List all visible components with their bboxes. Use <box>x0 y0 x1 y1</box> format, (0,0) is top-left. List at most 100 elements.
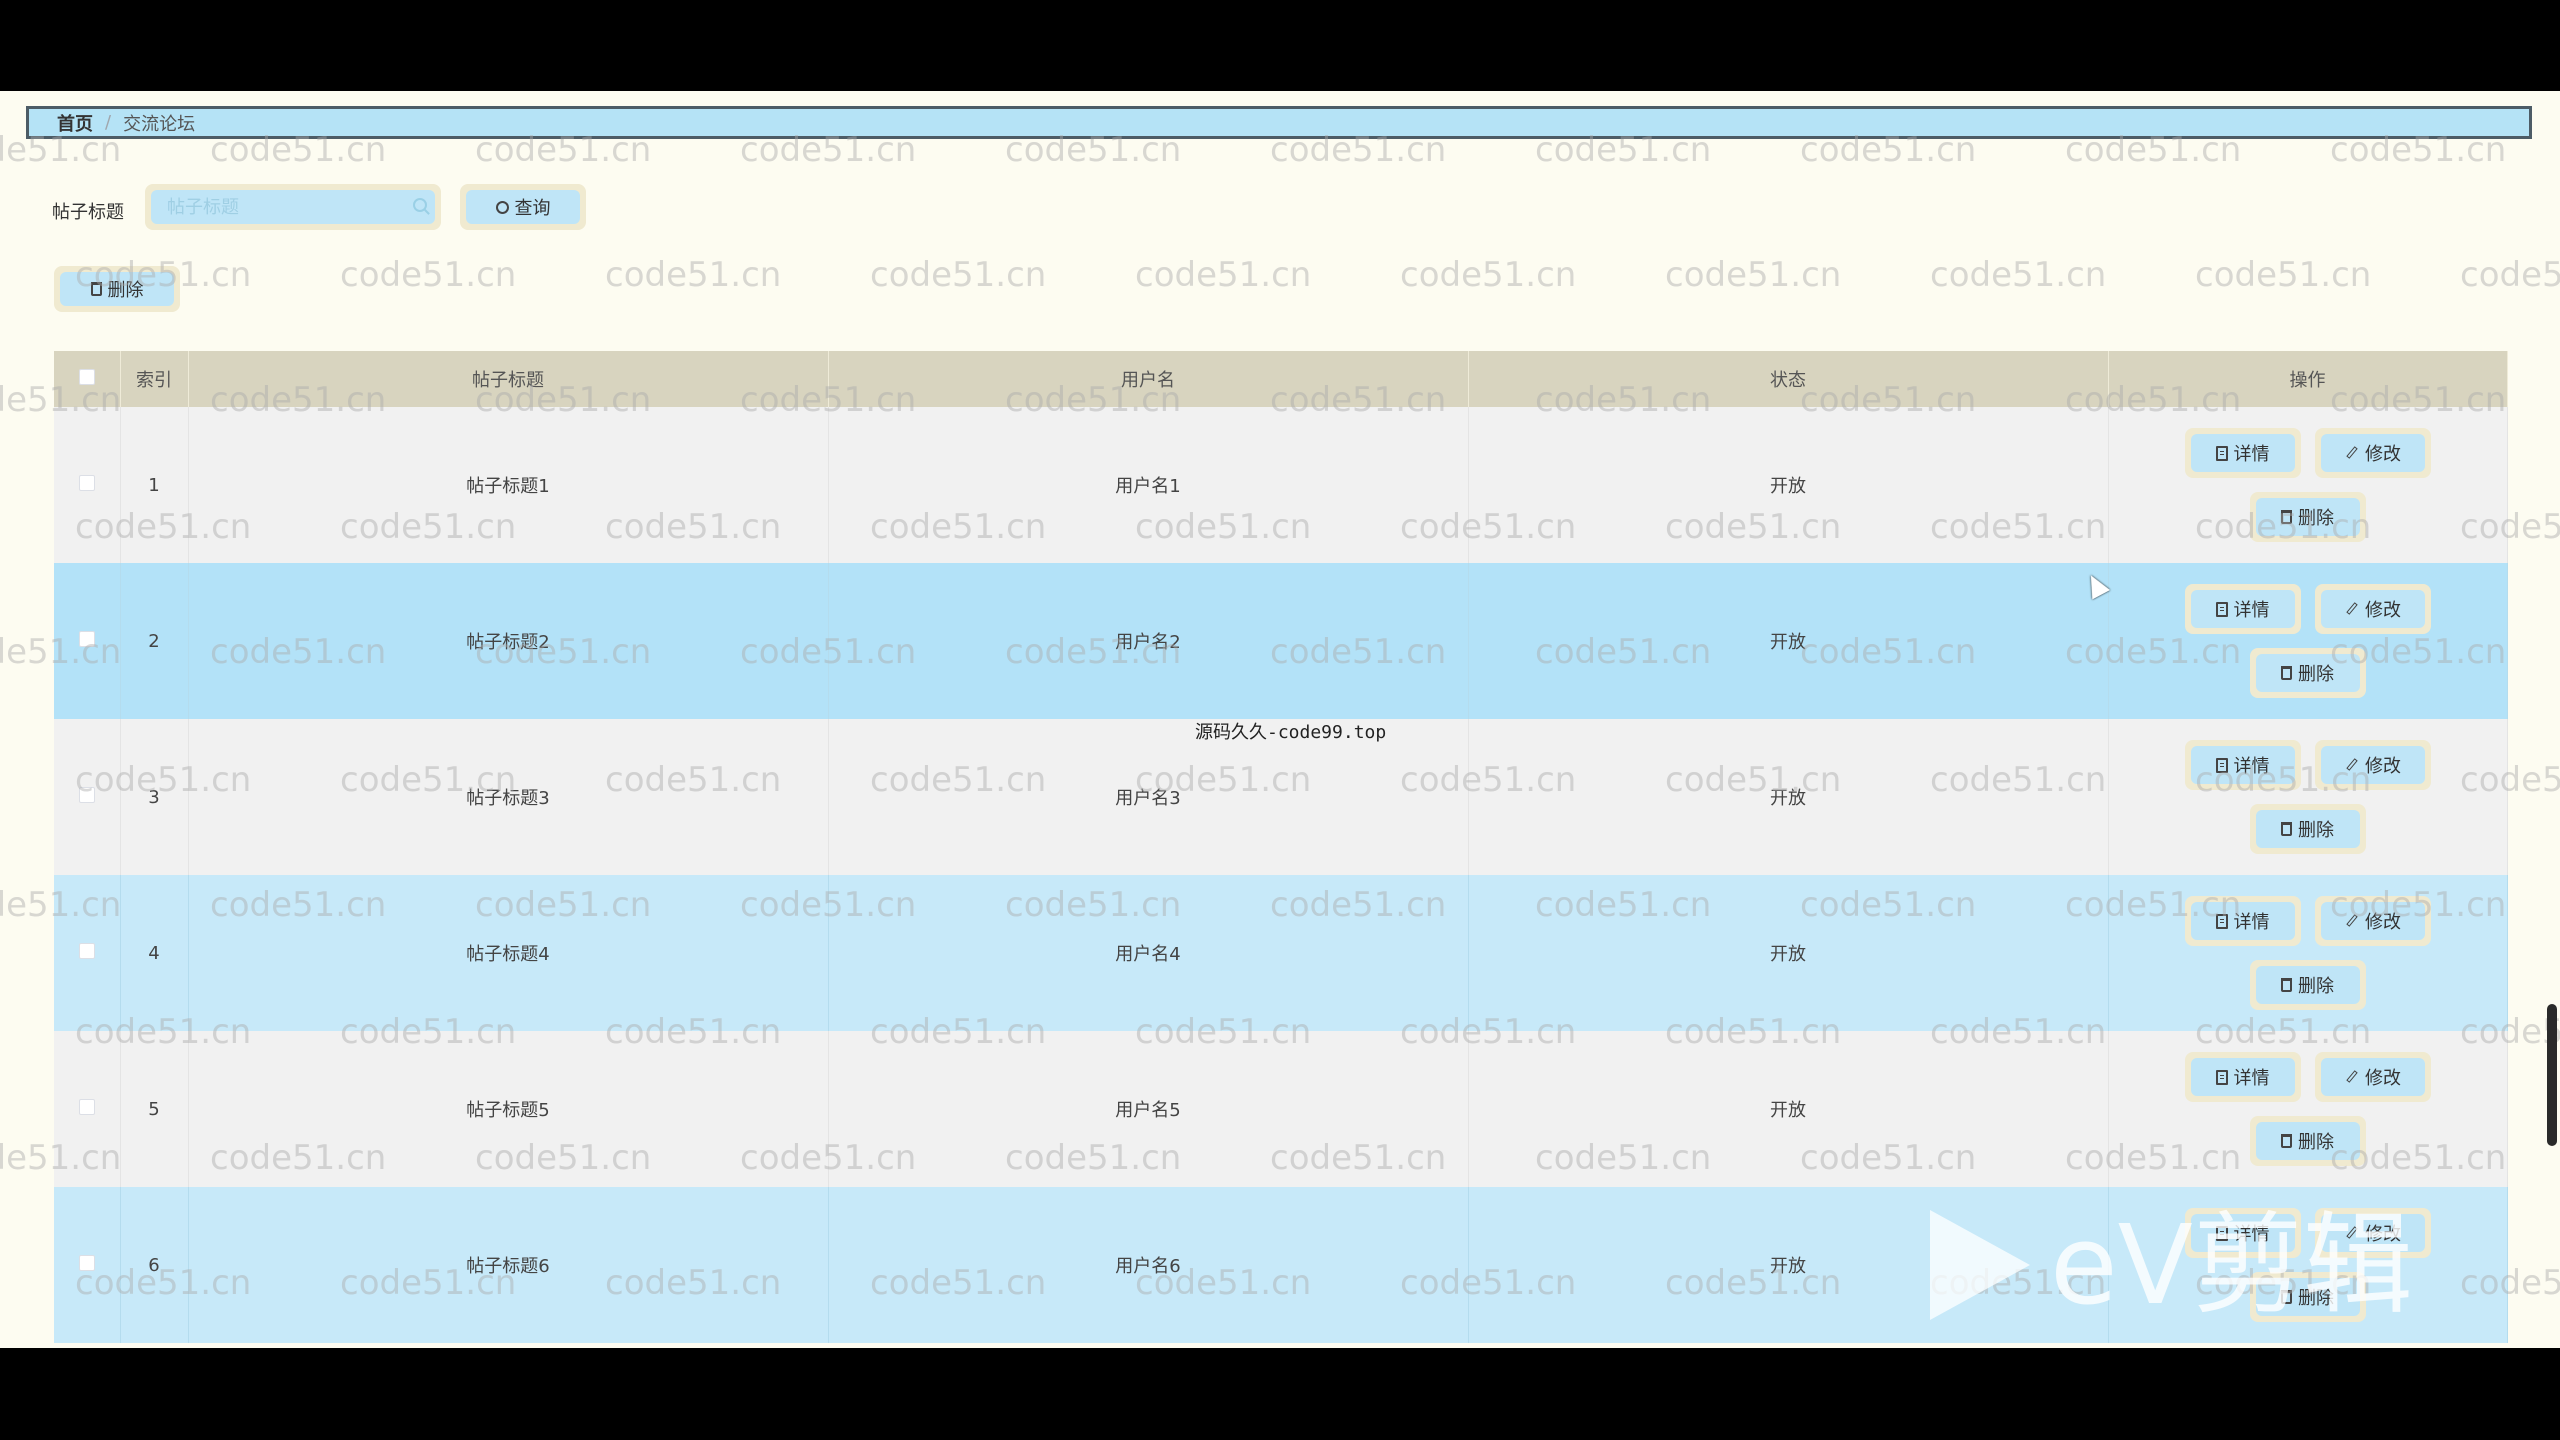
edit-icon <box>2344 758 2359 773</box>
breadcrumb-home[interactable]: 首页 <box>57 110 93 136</box>
batch-delete-label: 删除 <box>107 280 144 301</box>
row-actions: 详情 修改 删除 <box>2110 740 2506 854</box>
edit-button[interactable]: 修改 <box>2314 584 2431 634</box>
detail-button[interactable]: 详情 <box>2184 896 2301 946</box>
document-icon <box>2215 1225 2228 1241</box>
row-title: 帖子标题6 <box>188 1187 829 1343</box>
trash-icon <box>2281 1134 2292 1148</box>
edit-button[interactable]: 修改 <box>2314 896 2431 946</box>
detail-button-label: 详情 <box>2233 756 2270 777</box>
trash-icon <box>2281 510 2292 524</box>
search-label: 帖子标题 <box>52 202 124 223</box>
header-username[interactable]: 用户名 <box>828 351 1469 407</box>
detail-button[interactable]: 详情 <box>2184 428 2301 478</box>
row-username: 用户名2 <box>828 563 1469 719</box>
delete-button-label: 删除 <box>2298 820 2334 841</box>
document-icon <box>2215 1069 2228 1085</box>
delete-button[interactable]: 删除 <box>2249 1272 2366 1322</box>
delete-button-label: 删除 <box>2298 1132 2334 1153</box>
detail-button[interactable]: 详情 <box>2184 584 2301 634</box>
app-screen: 首页 / 交流论坛 帖子标题 查询 删除 索引 <box>0 91 2560 1348</box>
table-row[interactable]: 5 帖子标题5 用户名5 开放 详情 修改 删除 <box>54 1031 2508 1187</box>
detail-button[interactable]: 详情 <box>2184 1052 2301 1102</box>
document-icon <box>2215 601 2228 617</box>
row-status: 开放 <box>1468 1031 2109 1187</box>
delete-button[interactable]: 删除 <box>2249 960 2366 1010</box>
delete-button-label: 删除 <box>2298 664 2334 685</box>
row-actions: 详情 修改 删除 <box>2110 428 2506 542</box>
query-button-label: 查询 <box>514 198 551 219</box>
edit-button-label: 修改 <box>2365 1224 2401 1245</box>
row-actions: 详情 修改 删除 <box>2110 1052 2506 1166</box>
delete-button[interactable]: 删除 <box>2249 648 2366 698</box>
row-checkbox[interactable] <box>78 1098 95 1115</box>
detail-button-label: 详情 <box>2233 444 2270 465</box>
detail-button-label: 详情 <box>2233 600 2270 621</box>
header-title[interactable]: 帖子标题 <box>188 351 829 407</box>
forum-table: 索引 帖子标题 用户名 状态 操作 1 帖子标题1 用户名1 开放 详情 修改 … <box>54 351 2508 1348</box>
table-row[interactable]: 6 帖子标题6 用户名6 开放 详情 修改 删除 <box>54 1187 2508 1343</box>
row-checkbox[interactable] <box>78 1254 95 1271</box>
header-actions: 操作 <box>2108 351 2508 407</box>
search-input[interactable] <box>151 190 435 224</box>
document-icon <box>2215 757 2228 773</box>
table-row[interactable]: 1 帖子标题1 用户名1 开放 详情 修改 删除 <box>54 407 2508 563</box>
row-status: 开放 <box>1468 407 2109 563</box>
edit-button[interactable]: 修改 <box>2314 740 2431 790</box>
row-title: 帖子标题5 <box>188 1031 829 1187</box>
scrollbar[interactable] <box>2547 1004 2557 1146</box>
edit-button-label: 修改 <box>2365 912 2401 933</box>
search-icon <box>495 200 509 214</box>
row-status: 开放 <box>1468 719 2109 875</box>
edit-button[interactable]: 修改 <box>2314 428 2431 478</box>
search-field <box>145 184 441 230</box>
row-status: 开放 <box>1468 1187 2109 1343</box>
edit-button-label: 修改 <box>2365 1068 2401 1089</box>
row-username: 用户名5 <box>828 1031 1469 1187</box>
row-index: 3 <box>120 719 189 875</box>
detail-button[interactable]: 详情 <box>2184 1208 2301 1258</box>
row-title: 帖子标题3 <box>188 719 829 875</box>
batch-delete-button[interactable]: 删除 <box>54 266 180 312</box>
table-row[interactable]: 2 帖子标题2 用户名2 开放 详情 修改 删除 <box>54 563 2508 719</box>
row-status: 开放 <box>1468 875 2109 1031</box>
breadcrumb: 首页 / 交流论坛 <box>26 106 2532 139</box>
row-checkbox[interactable] <box>78 942 95 959</box>
edit-icon <box>2344 1070 2359 1085</box>
row-username: 用户名4 <box>828 875 1469 1031</box>
table-row[interactable]: 3 帖子标题3 用户名3 开放 详情 修改 删除 <box>54 719 2508 875</box>
edit-icon <box>2344 446 2359 461</box>
trash-icon <box>90 282 102 296</box>
edit-icon <box>2344 602 2359 617</box>
row-title: 帖子标题2 <box>188 563 829 719</box>
breadcrumb-current: 交流论坛 <box>123 113 196 135</box>
row-title: 帖子标题1 <box>188 407 829 563</box>
detail-button-label: 详情 <box>2233 912 2270 933</box>
header-index: 索引 <box>120 351 189 407</box>
header-status[interactable]: 状态 <box>1468 351 2109 407</box>
detail-button[interactable]: 详情 <box>2184 740 2301 790</box>
select-all-checkbox[interactable] <box>78 368 95 385</box>
delete-button[interactable]: 删除 <box>2249 492 2366 542</box>
query-button[interactable]: 查询 <box>460 184 586 230</box>
trash-icon <box>2281 978 2292 992</box>
edit-button[interactable]: 修改 <box>2314 1208 2431 1258</box>
row-checkbox[interactable] <box>78 630 95 647</box>
row-title: 帖子标题4 <box>188 875 829 1031</box>
edit-button[interactable]: 修改 <box>2314 1052 2431 1102</box>
row-actions: 详情 修改 删除 <box>2110 896 2506 1010</box>
table-row[interactable]: 4 帖子标题4 用户名4 开放 详情 修改 删除 <box>54 875 2508 1031</box>
trash-icon <box>2281 822 2292 836</box>
delete-button[interactable]: 删除 <box>2249 1116 2366 1166</box>
document-icon <box>2215 913 2228 929</box>
row-checkbox[interactable] <box>78 786 95 803</box>
delete-button-label: 删除 <box>2298 1288 2334 1309</box>
breadcrumb-separator: / <box>105 112 112 133</box>
row-username: 用户名1 <box>828 407 1469 563</box>
row-username: 用户名6 <box>828 1187 1469 1343</box>
row-index: 1 <box>120 407 189 563</box>
row-index: 2 <box>120 563 189 719</box>
row-checkbox[interactable] <box>78 474 95 491</box>
delete-button[interactable]: 删除 <box>2249 804 2366 854</box>
edit-button-label: 修改 <box>2365 444 2401 465</box>
